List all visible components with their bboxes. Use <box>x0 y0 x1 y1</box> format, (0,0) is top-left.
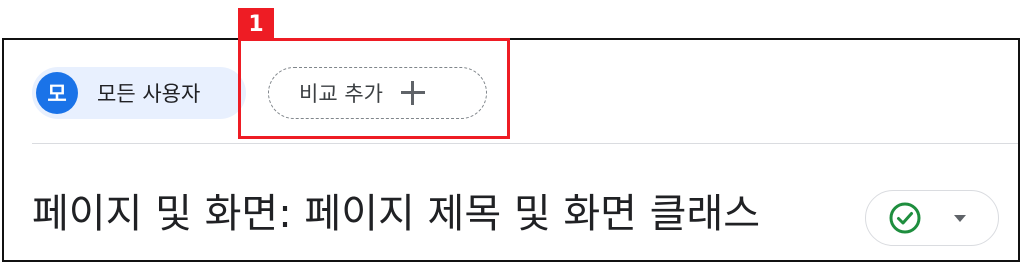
annotation-number-badge: 1 <box>238 8 274 40</box>
check-circle-icon <box>889 202 921 234</box>
segment-label: 모든 사용자 <box>97 82 201 106</box>
page-title: 페이지 및 화면: 페이지 제목 및 화면 클래스 <box>32 191 761 237</box>
status-dropdown-button[interactable] <box>865 190 999 246</box>
segment-avatar: 모 <box>36 72 78 114</box>
annotation-highlight-box <box>238 38 510 139</box>
dropdown-arrow-icon <box>954 214 966 222</box>
divider <box>32 143 1018 144</box>
segment-chip-all-users[interactable]: 모 모든 사용자 <box>32 67 246 119</box>
